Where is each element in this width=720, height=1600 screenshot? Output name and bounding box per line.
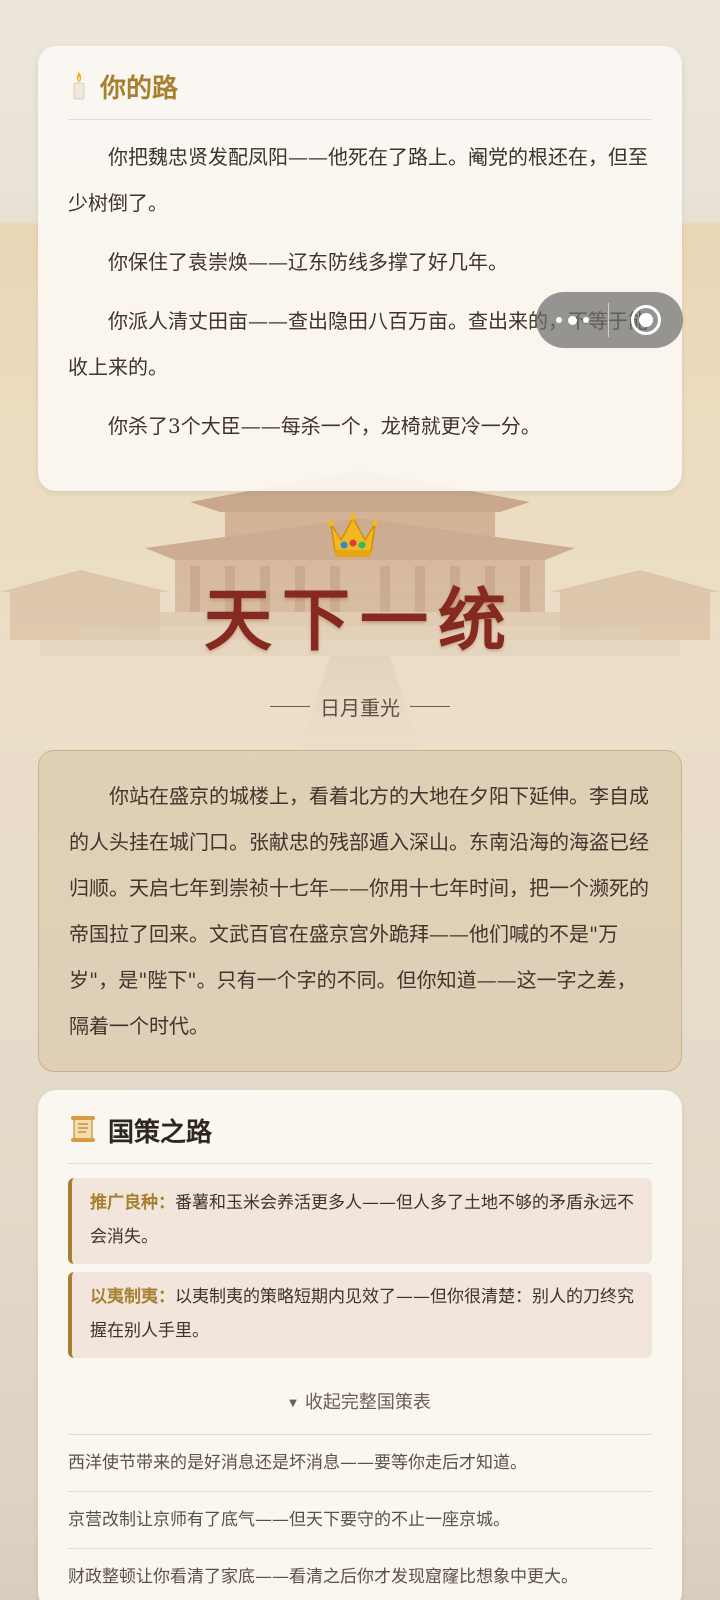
policy-highlight-item: 推广良种：番薯和玉米会养活更多人——但人多了土地不够的矛盾永远不会消失。 (68, 1178, 652, 1264)
close-dot (639, 313, 653, 327)
miniprogram-capsule (536, 292, 683, 348)
policy-tag: 以夷制夷： (90, 1287, 175, 1307)
ending-subtitle: 日月重光 (0, 692, 720, 721)
path-card-header: 你的路 (68, 46, 652, 120)
collapse-policy-table-button[interactable]: ▼ 收起完整国策表 (38, 1388, 682, 1414)
policy-table: 西洋使节带来的是好消息还是坏消息——要等你走后才知道。 京营改制让京师有了底气—… (68, 1434, 652, 1600)
path-paragraphs: 你把魏忠贤发配凤阳——他死在了路上。阉党的根还在，但至少树倒了。 你保住了袁崇焕… (38, 120, 682, 449)
policy-highlight-item: 以夷制夷：以夷制夷的策略短期内见效了——但你很清楚：别人的刀终究握在别人手里。 (68, 1272, 652, 1358)
close-ring (631, 305, 661, 335)
ending-subtitle-text: 日月重光 (320, 696, 400, 720)
scroll-icon (68, 1114, 98, 1148)
path-paragraph: 你把魏忠贤发配凤阳——他死在了路上。阉党的根还在，但至少树倒了。 (68, 145, 648, 215)
policy-card-title: 国策之路 (108, 1118, 213, 1148)
ending-narrative: 你站在盛京的城楼上，看着北方的大地在夕阳下延伸。李自成的人头挂在城门口。张献忠的… (38, 750, 682, 1072)
policy-tag: 推广良种： (90, 1193, 175, 1213)
policy-row: 财政整顿让你看清了家底——看清之后你才发现窟窿比想象中更大。 (68, 1548, 652, 1600)
ending-title: 天下一统 (203, 582, 516, 661)
policy-card: 国策之路 推广良种：番薯和玉米会养活更多人——但人多了土地不够的矛盾永远不会消失… (38, 1090, 682, 1600)
policy-row: 京营改制让京师有了底气——但天下要守的不止一座京城。 (68, 1491, 652, 1548)
triangle-down-icon: ▼ (289, 1397, 297, 1409)
path-card-title: 你的路 (100, 74, 179, 104)
narrative-text: 你站在盛京的城楼上，看着北方的大地在夕阳下延伸。李自成的人头挂在城门口。张献忠的… (69, 784, 649, 1038)
path-paragraph: 你保住了袁崇焕——辽东防线多撑了好几年。 (108, 250, 508, 274)
close-target-icon[interactable] (609, 292, 683, 348)
policy-row: 西洋使节带来的是好消息还是坏消息——要等你走后才知道。 (68, 1434, 652, 1491)
subtitle-dash-left (270, 706, 310, 707)
dot (567, 315, 577, 325)
subtitle-dash-right (410, 706, 450, 707)
more-dots-icon[interactable] (536, 292, 608, 348)
dot (582, 317, 589, 323)
candle-icon (68, 70, 90, 104)
path-paragraph: 你杀了3个大臣——每杀一个，龙椅就更冷一分。 (108, 414, 541, 438)
toggle-label: 收起完整国策表 (304, 1392, 431, 1413)
dot (555, 317, 562, 323)
crown-icon (327, 510, 379, 564)
policy-highlights: 推广良种：番薯和玉米会养活更多人——但人多了土地不够的矛盾永远不会消失。 以夷制… (38, 1164, 682, 1358)
path-card: 你的路 你把魏忠贤发配凤阳——他死在了路上。阉党的根还在，但至少树倒了。 你保住… (38, 46, 682, 491)
policy-card-header: 国策之路 (68, 1090, 652, 1164)
